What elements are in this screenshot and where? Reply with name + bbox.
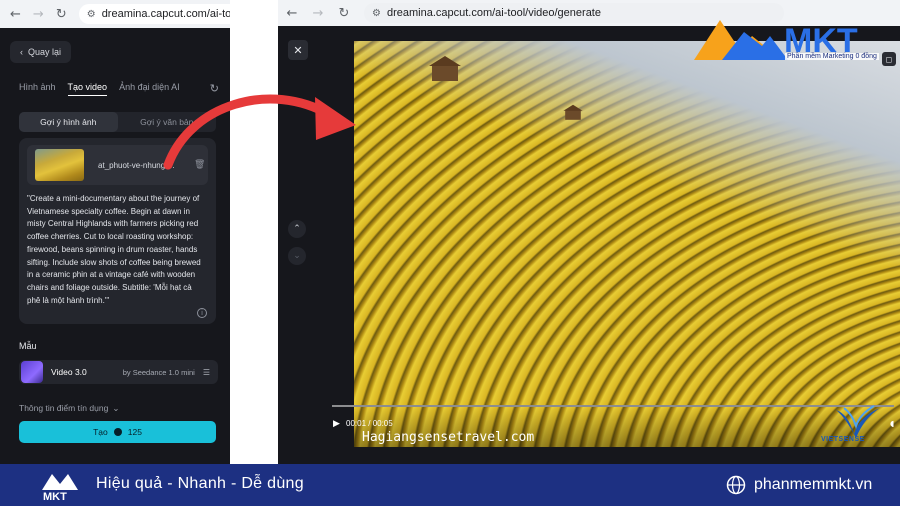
- right-url-text: dreamina.capcut.com/ai-tool/video/genera…: [386, 7, 601, 19]
- left-screenshot-panel: ← → ↻ ⚙ dreamina.capcut.com/ai-tool/vide…: [0, 0, 230, 464]
- left-url-text: dreamina.capcut.com/ai-tool/video/: [101, 8, 230, 20]
- right-screenshot-panel: ← → ↻ ⚙ dreamina.capcut.com/ai-tool/vide…: [278, 0, 900, 464]
- tab-image[interactable]: Hình ảnh: [19, 82, 56, 96]
- close-icon[interactable]: ✕: [288, 40, 308, 60]
- reload-icon[interactable]: ↻: [56, 7, 67, 22]
- chevron-up-icon[interactable]: ⌃: [288, 220, 306, 238]
- video-progress-bar[interactable]: [332, 405, 894, 407]
- back-button[interactable]: ‹ Quay lại: [10, 41, 72, 63]
- mountain-haze: [354, 41, 900, 447]
- model-selector[interactable]: Video 3.0 by Seedance 1.0 mini ☰: [19, 360, 218, 384]
- globe-icon: [726, 475, 746, 495]
- create-button[interactable]: Tạo 125: [19, 421, 216, 443]
- model-subtitle: by Seedance 1.0 mini: [122, 367, 195, 377]
- mkt-tagline: Phần mềm Marketing 0 đồng: [785, 53, 879, 60]
- chevron-down-icon[interactable]: ⌄: [288, 247, 306, 265]
- back-icon[interactable]: ←: [10, 7, 21, 22]
- rice-terrace-thumbnail: [35, 149, 84, 181]
- red-arrow-annotation: [163, 94, 356, 170]
- credit-info-dropdown[interactable]: Thông tin điểm tín dụng ⌄: [19, 403, 119, 414]
- reload-icon[interactable]: ↻: [338, 6, 350, 21]
- left-browser-toolbar: ← → ↻ ⚙ dreamina.capcut.com/ai-tool/vide…: [0, 0, 230, 28]
- subtab-image-prompt[interactable]: Gợi ý hình ảnh: [19, 112, 118, 132]
- play-icon[interactable]: ▶: [333, 419, 340, 429]
- vietsense-logo-text: VIETSENSE: [821, 436, 865, 443]
- prompt-line: "Create a mini-documentary about the jou…: [27, 194, 200, 203]
- prompt-line: phê là một hành trình.'": [27, 295, 110, 305]
- prompt-line: coffee cherries. Cut to local roasting w…: [27, 232, 194, 242]
- forward-icon[interactable]: →: [33, 7, 44, 22]
- mkt-footer-logo: MKT: [42, 474, 78, 502]
- create-button-label: Tạo: [93, 427, 108, 437]
- video-watermark: Hagiangsensetravel.com: [362, 430, 535, 445]
- tune-icon[interactable]: ⚙: [372, 8, 381, 19]
- volume-icon[interactable]: ◖: [890, 419, 894, 428]
- mkt-brand-logo: MKT Phần mềm Marketing 0 đồng: [692, 16, 892, 66]
- vietsense-logo: [836, 405, 880, 438]
- left-address-bar[interactable]: ⚙ dreamina.capcut.com/ai-tool/video/: [78, 4, 230, 24]
- prompt-line: misty Central Highlands with farmers pic…: [27, 219, 199, 229]
- video-time: 00:01 / 00:05: [346, 419, 393, 428]
- tune-icon[interactable]: ⚙: [87, 9, 96, 20]
- model-name: Video 3.0: [51, 367, 87, 377]
- prompt-line: firewood, beans spinning in drum roaster…: [27, 244, 198, 254]
- back-icon[interactable]: ←: [286, 6, 298, 21]
- mkt-footer-logo-text: MKT: [43, 491, 67, 502]
- stilt-house: [429, 56, 461, 81]
- back-button-label: Quay lại: [28, 47, 62, 57]
- template-section-label: Mẫu: [19, 341, 37, 351]
- footer-website[interactable]: phanmemmkt.vn: [754, 476, 872, 494]
- settings-sliders-icon[interactable]: ☰: [203, 368, 210, 377]
- footer-banner: MKT Hiệu quả - Nhanh - Dễ dùng phanmemmk…: [0, 464, 900, 506]
- prompt-line: sifting. Include slow shots of coffee be…: [27, 257, 201, 267]
- info-icon[interactable]: i: [197, 308, 207, 318]
- prompt-line: in a ceramic phin at a vintage café with…: [27, 270, 196, 280]
- video-player[interactable]: [354, 41, 900, 447]
- chevron-left-icon: ‹: [20, 47, 23, 57]
- prompt-line: Vietnamese specialty coffee. Begin at da…: [27, 206, 190, 216]
- stilt-house: [563, 104, 583, 120]
- tab-video[interactable]: Tạo video: [67, 82, 108, 96]
- prompt-text[interactable]: "Create a mini-documentary about the jou…: [27, 193, 210, 307]
- forward-icon[interactable]: →: [312, 6, 324, 21]
- credit-coin-icon: [113, 428, 122, 436]
- prompt-line: chairs and foliage outside. Subtitle: 'M…: [27, 282, 192, 292]
- credit-info-label: Thông tin điểm tín dụng: [19, 403, 109, 413]
- footer-slogan: Hiệu quả - Nhanh - Dễ dùng: [96, 475, 304, 492]
- create-cost: 125: [127, 427, 142, 437]
- model-icon: [21, 361, 43, 383]
- chevron-down-icon: ⌄: [112, 403, 120, 413]
